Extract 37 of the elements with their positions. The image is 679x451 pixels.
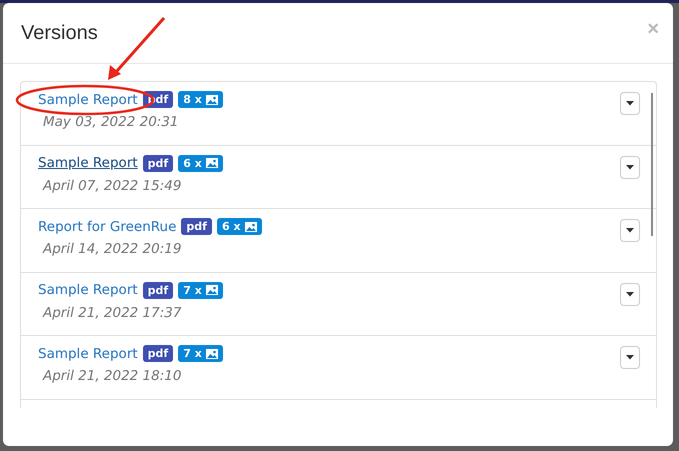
image-icon bbox=[244, 222, 257, 232]
dropdown-button[interactable] bbox=[620, 282, 640, 306]
version-date: May 03, 2022 20:31 bbox=[43, 114, 180, 130]
version-date: April 21, 2022 17:37 bbox=[43, 304, 182, 320]
image-count: 7 x bbox=[183, 284, 202, 296]
caret-icon bbox=[626, 292, 634, 296]
image-count: 6 x bbox=[183, 156, 202, 170]
report-link[interactable]: Sample Report bbox=[38, 282, 138, 298]
image-icon bbox=[206, 348, 218, 358]
image-icon bbox=[206, 94, 218, 104]
scrollbar[interactable] bbox=[651, 93, 653, 236]
format-label: pdf bbox=[142, 282, 174, 298]
arrow-drawing bbox=[108, 17, 166, 80]
dropdown-button[interactable] bbox=[620, 156, 640, 178]
image-count: 8 x bbox=[183, 93, 202, 106]
image-icon bbox=[206, 285, 218, 295]
caret-icon bbox=[626, 101, 634, 106]
caret-icon bbox=[626, 355, 634, 360]
dialog-title: Versions bbox=[21, 22, 98, 44]
version-date: April 07, 2022 15:49 bbox=[43, 178, 182, 194]
format-label: pdf bbox=[181, 218, 212, 235]
dropdown-button[interactable] bbox=[620, 219, 640, 242]
dropdown-button[interactable] bbox=[620, 92, 640, 115]
report-link[interactable]: Sample Report bbox=[38, 346, 138, 362]
version-date: April 21, 2022 18:10 bbox=[43, 368, 182, 384]
format-label: pdf bbox=[142, 345, 174, 362]
image-count: 7 x bbox=[183, 347, 202, 360]
image-icon bbox=[206, 158, 218, 168]
report-link[interactable]: Sample Report bbox=[38, 92, 138, 108]
image-count: 6 x bbox=[222, 220, 241, 233]
dropdown-button[interactable] bbox=[620, 346, 640, 369]
report-link[interactable]: Report for GreenRue bbox=[38, 218, 176, 234]
caret-icon bbox=[626, 164, 634, 170]
version-date: April 14, 2022 20:19 bbox=[43, 241, 182, 257]
format-label: pdf bbox=[142, 154, 174, 172]
report-link[interactable]: Sample Report bbox=[38, 155, 138, 171]
caret-icon bbox=[626, 228, 634, 233]
